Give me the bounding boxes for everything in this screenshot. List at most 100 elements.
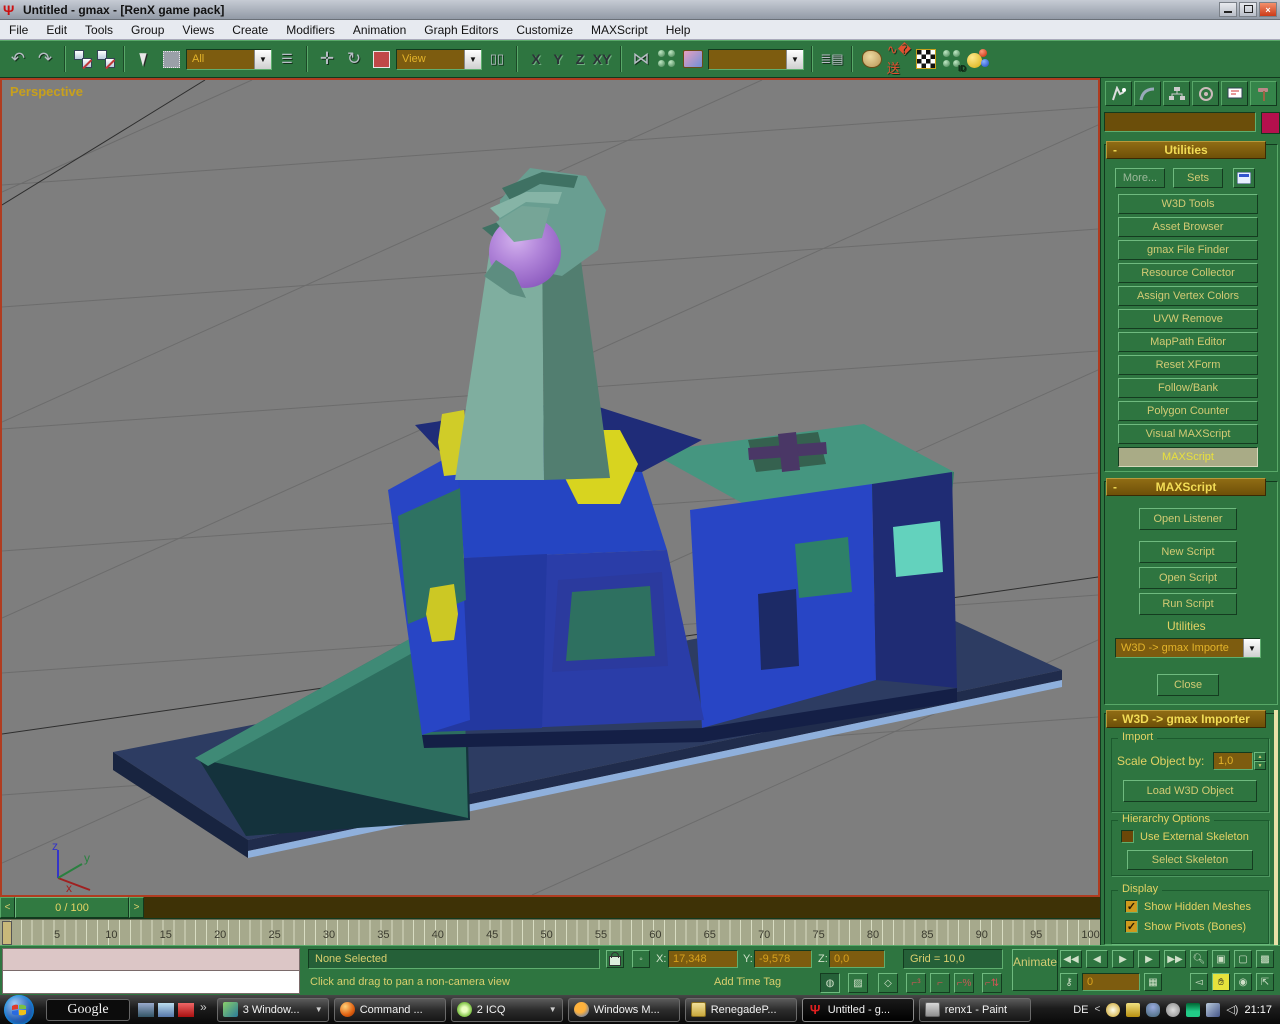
taskbar-button[interactable]: RenegadeP... ▼: [685, 998, 797, 1022]
scale-spinner[interactable]: ▲▼: [1254, 752, 1266, 770]
listener-field[interactable]: [2, 970, 300, 994]
hierarchy-tab-icon[interactable]: [1163, 81, 1190, 106]
named-selection-field[interactable]: [1104, 112, 1256, 132]
time-config-icon[interactable]: ▦: [1144, 973, 1162, 991]
zoom-icon[interactable]: 🔍︎: [1190, 950, 1208, 968]
key-mode-icon[interactable]: ⌐⇅: [982, 973, 1002, 993]
render-last-icon[interactable]: [966, 48, 990, 70]
percent-snap-icon[interactable]: ◇: [878, 973, 898, 993]
scale-icon[interactable]: [369, 47, 393, 71]
current-frame-field[interactable]: 0: [1082, 973, 1140, 991]
menu-item[interactable]: Help: [657, 23, 700, 37]
utility-button[interactable]: MAXScript: [1118, 447, 1258, 467]
explorer-quicklaunch-icon[interactable]: [158, 1003, 174, 1017]
time-slider-track[interactable]: < 0 / 100 >: [0, 897, 1100, 919]
display-checkbox[interactable]: ✓ Show Hidden Meshes: [1125, 900, 1251, 913]
maxscript-button[interactable]: New Script: [1139, 541, 1237, 563]
modify-tab-icon[interactable]: [1134, 81, 1161, 106]
utilities-tab-icon[interactable]: [1250, 81, 1277, 106]
maxscript-button[interactable]: Open Listener: [1139, 508, 1237, 530]
menu-item[interactable]: Customize: [507, 23, 582, 37]
utility-button[interactable]: Polygon Counter: [1118, 401, 1258, 421]
language-indicator[interactable]: DE: [1073, 1004, 1088, 1016]
tray-collapse-arrow[interactable]: <: [1095, 1004, 1101, 1015]
scale-field[interactable]: 1,0: [1213, 752, 1253, 770]
panel-scrollbar[interactable]: [1274, 710, 1278, 945]
go-to-end-icon[interactable]: ▶▶: [1164, 950, 1186, 968]
dropdown-arrow-icon[interactable]: ▼: [786, 50, 803, 69]
add-time-tag[interactable]: Add Time Tag: [714, 976, 781, 988]
close-utility-button[interactable]: Close: [1157, 674, 1219, 696]
color-swatch[interactable]: [1261, 112, 1280, 134]
taskbar-button[interactable]: 2 ICQ ▼: [451, 998, 563, 1022]
rectangular-selection-icon[interactable]: [159, 47, 183, 71]
menu-item[interactable]: Group: [122, 23, 173, 37]
display-checkbox[interactable]: ✓ Show Pivots (Bones): [1125, 920, 1246, 933]
create-tab-icon[interactable]: [1105, 81, 1132, 106]
zoom-all-icon[interactable]: ▣: [1212, 950, 1230, 968]
material-editor-icon[interactable]: [860, 47, 884, 71]
field-of-view-icon[interactable]: ◅: [1190, 973, 1208, 991]
mirror-icon[interactable]: ⋈: [629, 47, 653, 71]
load-w3d-button[interactable]: Load W3D Object: [1123, 780, 1257, 802]
dropdown-arrow-icon[interactable]: ▼: [254, 50, 271, 69]
render-scene-icon[interactable]: [914, 47, 938, 71]
axis-constraint-button[interactable]: Z: [569, 48, 591, 70]
show-desktop-icon[interactable]: [138, 1003, 154, 1017]
y-coord-field[interactable]: -9,578: [754, 950, 812, 968]
select-skeleton-button[interactable]: Select Skeleton: [1127, 850, 1253, 870]
x-coord-field[interactable]: 17,348: [668, 950, 738, 968]
key-select-icon[interactable]: ⌐: [930, 973, 950, 993]
axis-constraint-button[interactable]: Y: [547, 48, 569, 70]
angle-snap-icon[interactable]: ▨: [848, 973, 868, 993]
use-external-skeleton-checkbox[interactable]: ✓ Use External Skeleton: [1121, 830, 1249, 843]
curve-editor-icon[interactable]: ∿�送: [887, 47, 911, 71]
select-and-link-icon[interactable]: [73, 49, 93, 69]
prev-frame-icon[interactable]: ◀: [1086, 950, 1108, 968]
track-bar[interactable]: 5101520253035404550556065707580859095100: [0, 919, 1100, 945]
axis-constraint-button[interactable]: X: [525, 48, 547, 70]
close-button[interactable]: ×: [1259, 2, 1277, 17]
menu-item[interactable]: File: [0, 23, 37, 37]
maxscript-button[interactable]: Open Script: [1139, 567, 1237, 589]
display-tab-icon[interactable]: [1221, 81, 1248, 106]
rotate-icon[interactable]: ↻: [342, 47, 366, 71]
utilities-rollout-header[interactable]: - Utilities: [1106, 141, 1266, 159]
utility-button[interactable]: Resource Collector: [1118, 263, 1258, 283]
align-icon[interactable]: [681, 47, 705, 71]
messenger-tray-icon[interactable]: [1146, 1003, 1160, 1017]
mail-tray-icon[interactable]: [1126, 1003, 1140, 1017]
next-frame-icon[interactable]: ▶: [1138, 950, 1160, 968]
reference-coordsys-dropdown[interactable]: View ▼: [396, 49, 482, 70]
dropdown-arrow-icon[interactable]: ▼: [1243, 639, 1260, 657]
network-tray-icon[interactable]: [1206, 1003, 1220, 1017]
selection-lock-icon[interactable]: [606, 950, 624, 968]
frame-next-arrow[interactable]: >: [129, 897, 144, 918]
min-max-toggle-icon[interactable]: ⇱: [1256, 973, 1274, 991]
play-icon[interactable]: ▶: [1112, 950, 1134, 968]
frame-prev-arrow[interactable]: <: [0, 897, 15, 918]
z-coord-field[interactable]: 0,0: [829, 950, 885, 968]
utility-button[interactable]: MapPath Editor: [1118, 332, 1258, 352]
maxscript-utility-dropdown[interactable]: W3D -> gmax Importe ▼: [1115, 638, 1261, 658]
menu-item[interactable]: Tools: [76, 23, 122, 37]
google-search-box[interactable]: Google: [46, 999, 130, 1021]
restore-button[interactable]: [1239, 2, 1257, 17]
time-slider[interactable]: 0 / 100: [15, 897, 129, 918]
maxscript-button[interactable]: Run Script: [1139, 593, 1237, 615]
maxscript-rollout-header[interactable]: - MAXScript: [1106, 478, 1266, 496]
utility-button[interactable]: Follow/Bank: [1118, 378, 1258, 398]
minimize-button[interactable]: [1219, 2, 1237, 17]
track-bar-thumb[interactable]: [2, 921, 12, 945]
start-button[interactable]: [4, 995, 34, 1024]
configure-button-sets-icon[interactable]: [1233, 168, 1255, 188]
undo-icon[interactable]: ↶: [6, 47, 30, 71]
taskbar-button[interactable]: 3 Window... ▼: [217, 998, 329, 1022]
menu-item[interactable]: MAXScript: [582, 23, 657, 37]
array-icon[interactable]: [656, 48, 678, 70]
go-to-start-icon[interactable]: ◀◀: [1060, 950, 1082, 968]
taskbar-button[interactable]: Windows M... ▼: [568, 998, 680, 1022]
select-by-name-icon[interactable]: ☰: [275, 47, 299, 71]
redo-icon[interactable]: ↷: [33, 47, 57, 71]
key-mode-toggle-icon[interactable]: ⚷: [1060, 973, 1078, 991]
